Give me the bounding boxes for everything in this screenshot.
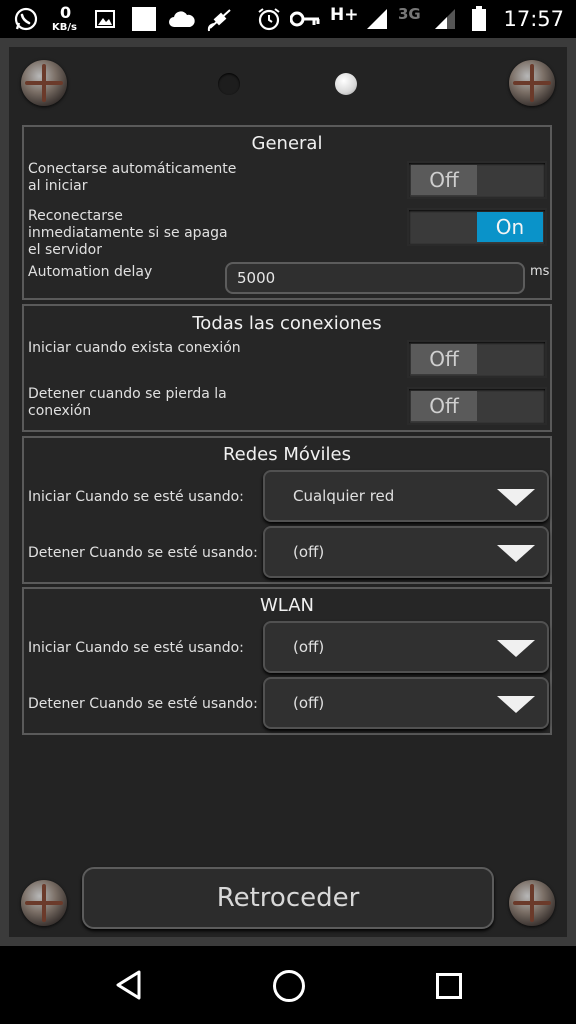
net-speed-value: 0 — [60, 3, 72, 22]
start-on-connection-label: Iniciar cuando exista conexión — [28, 340, 241, 356]
toggle-knob: On — [477, 212, 543, 242]
decorative-screw-icon — [21, 60, 67, 106]
whatsapp-icon — [12, 6, 40, 32]
dropdown-arrow-icon — [497, 640, 535, 657]
start-on-connection-toggle[interactable]: Off — [407, 340, 547, 378]
signal-icon — [364, 6, 390, 32]
blank-square-icon — [132, 6, 156, 32]
wlan-panel: WLAN Iniciar Cuando se esté usando: (off… — [22, 587, 552, 735]
stop-on-disconnect-toggle[interactable]: Off — [407, 387, 547, 425]
toggle-knob: Off — [411, 165, 477, 195]
select-value: (off) — [293, 543, 325, 561]
network-type-3g: 3G — [398, 5, 421, 23]
auto-connect-label: Conectarse automáticamente al iniciar — [28, 161, 237, 194]
auto-connect-toggle[interactable]: Off — [407, 161, 547, 199]
mobile-stop-label: Detener Cuando se esté usando: — [28, 545, 258, 561]
mobile-start-label: Iniciar Cuando se esté usando: — [28, 489, 244, 505]
nav-back-icon[interactable] — [115, 970, 143, 1004]
toggle-knob: Off — [411, 344, 477, 374]
wlan-title: WLAN — [259, 595, 315, 616]
general-title: General — [251, 133, 323, 154]
satellite-icon — [206, 6, 234, 32]
select-value: Cualquier red — [293, 487, 395, 505]
image-icon — [94, 6, 116, 32]
all-connections-title: Todas las conexiones — [192, 313, 382, 334]
automation-delay-unit: ms — [530, 264, 550, 279]
clock: 17:57 — [503, 7, 564, 31]
status-bar: 0 KB/s H+ 3G 17:57 — [0, 0, 576, 38]
decorative-screw-icon — [509, 60, 555, 106]
decorative-screw-icon — [509, 880, 555, 926]
page-indicator-dot-2[interactable] — [335, 73, 357, 95]
mobile-networks-title: Redes Móviles — [222, 444, 352, 465]
dropdown-arrow-icon — [497, 696, 535, 713]
wlan-start-select[interactable]: (off) — [263, 621, 549, 673]
all-connections-panel: Todas las conexiones Iniciar cuando exis… — [22, 304, 552, 432]
toggle-knob: Off — [411, 391, 477, 421]
net-speed-unit: KB/s — [52, 22, 77, 33]
back-button[interactable]: Retroceder — [82, 867, 494, 929]
signal-weak-icon — [432, 6, 458, 32]
mobile-stop-select[interactable]: (off) — [263, 526, 549, 578]
general-panel: General Conectarse automáticamente al in… — [22, 125, 552, 300]
alarm-icon — [256, 6, 282, 32]
key-icon — [290, 6, 320, 32]
nav-home-icon[interactable] — [273, 970, 305, 1002]
decorative-screw-icon — [21, 880, 67, 926]
mobile-networks-panel: Redes Móviles Iniciar Cuando se esté usa… — [22, 436, 552, 584]
mobile-start-select[interactable]: Cualquier red — [263, 470, 549, 522]
stop-on-disconnect-label: Detener cuando se pierda la conexión — [28, 386, 227, 419]
automation-delay-label: Automation delay — [28, 264, 153, 280]
battery-icon — [470, 6, 488, 32]
select-value: (off) — [293, 694, 325, 712]
wlan-stop-label: Detener Cuando se esté usando: — [28, 696, 258, 712]
automation-delay-input[interactable]: 5000 — [225, 262, 525, 294]
reconnect-label: Reconectarse inmediatamente si se apaga … — [28, 208, 228, 258]
wlan-stop-select[interactable]: (off) — [263, 677, 549, 729]
navigation-bar — [0, 946, 576, 1024]
page-indicator-dot-1[interactable] — [218, 73, 240, 95]
nav-recent-apps-icon[interactable] — [436, 973, 462, 999]
cloud-icon — [168, 6, 196, 32]
network-type-hplus: H+ — [330, 5, 359, 25]
reconnect-toggle[interactable]: On — [407, 208, 547, 246]
select-value: (off) — [293, 638, 325, 656]
wlan-start-label: Iniciar Cuando se esté usando: — [28, 640, 244, 656]
dropdown-arrow-icon — [497, 489, 535, 506]
dropdown-arrow-icon — [497, 545, 535, 562]
